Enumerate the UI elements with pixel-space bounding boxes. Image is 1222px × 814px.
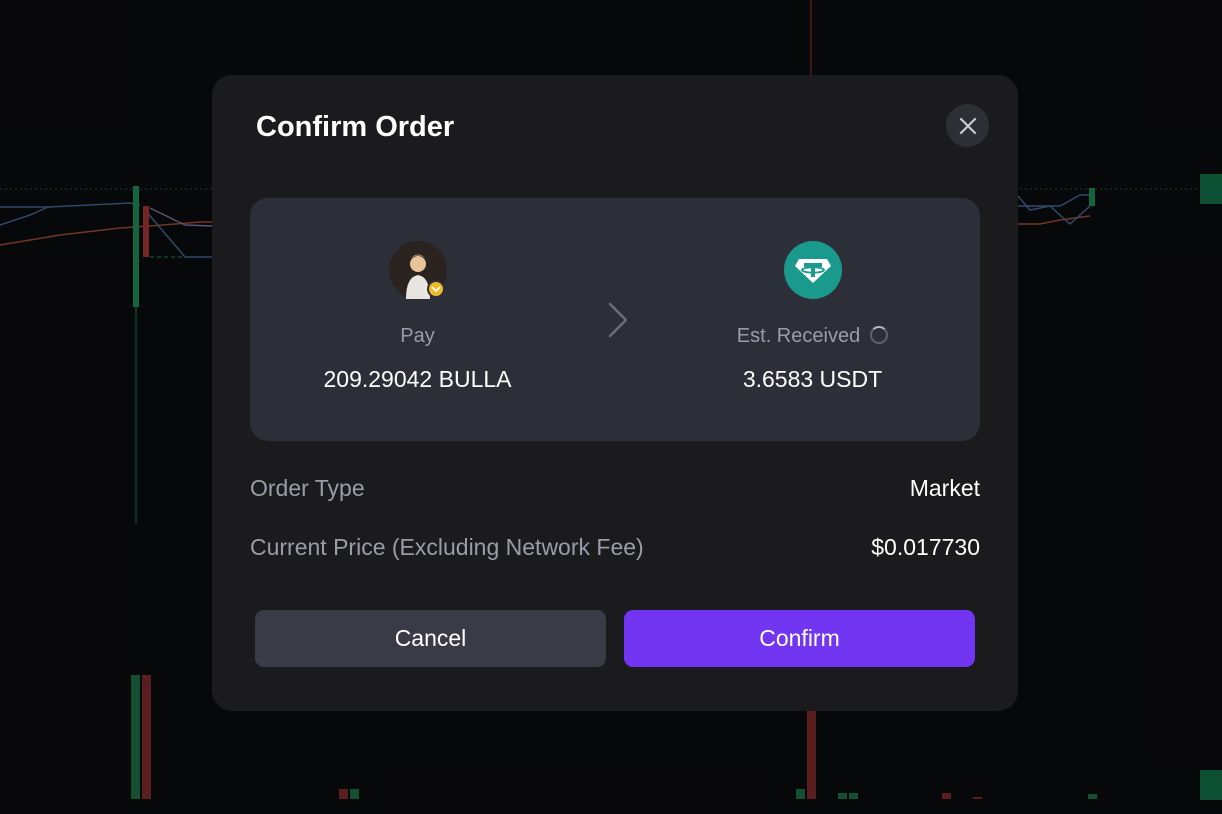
confirm-button[interactable]: Confirm — [624, 610, 975, 667]
receive-label: Est. Received — [736, 325, 861, 347]
usdt-token-icon — [783, 241, 842, 299]
order-type-value: Market — [909, 475, 980, 501]
close-icon — [959, 117, 976, 134]
bulla-token-icon — [388, 241, 447, 299]
cancel-button[interactable]: Cancel — [255, 610, 606, 667]
order-type-label: Order Type — [250, 475, 365, 501]
order-type-row: Order Type Market — [250, 475, 980, 505]
pay-label: Pay — [400, 325, 435, 347]
receive-label-row: Est. Received — [645, 325, 980, 348]
receive-section: Est. Received 3.6583 USDT — [645, 198, 980, 441]
receive-amount: 3.6583 USDT — [742, 366, 883, 392]
close-button[interactable] — [946, 104, 989, 147]
swap-summary-card: Pay 209.29042 BULLA Est. Received 3.6583… — [250, 198, 980, 441]
spinner-icon — [870, 326, 889, 344]
confirm-order-dialog: Confirm Order Pay 209.29042 BULLA Est. R… — [212, 75, 1018, 711]
chevron-right-icon — [608, 302, 628, 338]
current-price-row: Current Price (Excluding Network Fee) $0… — [250, 534, 980, 564]
current-price-value: $0.017730 — [871, 534, 980, 560]
pay-amount: 209.29042 BULLA — [323, 366, 512, 392]
current-price-label: Current Price (Excluding Network Fee) — [250, 534, 644, 560]
pay-section: Pay 209.29042 BULLA — [250, 198, 585, 441]
dialog-title: Confirm Order — [256, 111, 455, 143]
